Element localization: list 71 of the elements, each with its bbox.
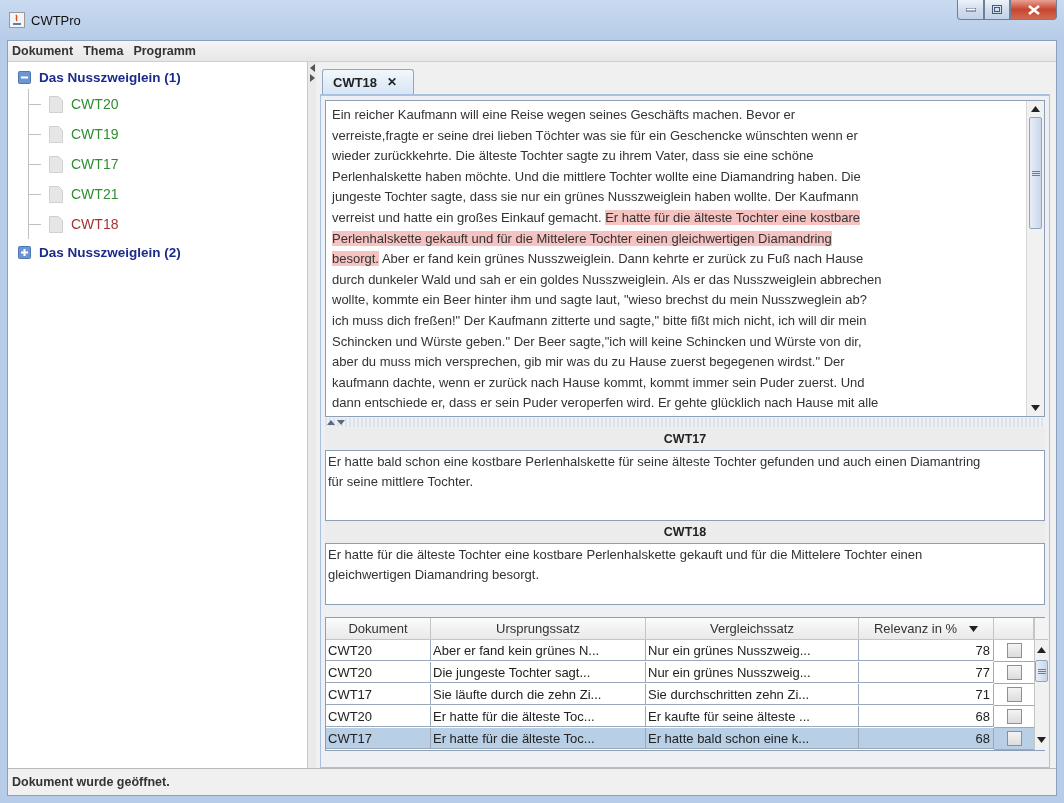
- scroll-up-icon[interactable]: [1031, 106, 1040, 112]
- close-tab-button[interactable]: ✕: [387, 75, 398, 89]
- minimize-icon: [965, 7, 976, 12]
- comparison-title: CWT18: [663, 525, 707, 539]
- checkbox[interactable]: [1006, 665, 1022, 680]
- maximize-button[interactable]: [984, 0, 1010, 20]
- table-cell: Die jungeste Tochter sagt...: [431, 662, 646, 683]
- tree-item[interactable]: CWT19: [71, 126, 119, 142]
- tree-node[interactable]: Das Nusszweiglein (1): [39, 70, 181, 85]
- table-cell: Sie läufte durch die zehn Zi...: [431, 684, 646, 705]
- table-cell: Nur ein grünes Nusszweig...: [646, 662, 859, 683]
- document-text: Ein reicher Kaufmann will eine Reise wegen seines Geschäfts machen. Bevor er verreiste,fragte er seine drei lieben Töchter was sie für ein Geschencke wünschten wenn er wieder zurückkehrte. Die älteste Tochter sagte zu ihrem Vater, dass sie eine schöne Perlenhalskette haben möchte. Und die mittlere Tochter wollte eine Diamandring haben. Die jungeste Tochter sagte, dass sie nur ein grünes Nusszweiglein haben wollte. Der Kaufmann verreist und hatte ein großes Einkauf gemacht. Er hatte für die älteste Tochter eine kostbare Perlenhalskette gekauft und für die Mittelere Tochter einen gleichwertigen Diamandring besorgt. Aber er fand kein grünes Nusszweiglein. Dann kehrte er zurück zu Fuß nach Hause durch dunkeler Wald und sah er ein goldes Nusszweiglein. Als er das Nusszweiglein abbrechen wollte, kommte ein Beer hinter ihm und sagte laut, "wieso brechst du mein Nusszweglein ab? ich muss dich freßen!" Der Kaufmann zitterte und sagte," bitte fißt mich nicht, ich will dir mein Schincken und Würste geben." Der Beer sagte,"ich will keine Schincken und Würste von dir, aber du muss mich versprechen, gib mir was du zu Hause zuerst begegenen wirdst." Der kaufmann dachte, wenn er zurück nach Hause kommt, kommt immer sein Puder zuerst. Und dann entschiede er, dass er sein Puder veroperfen wird. Er gehte glücklich nach Hause mit alle: [330, 106, 883, 413]
- tree-item[interactable]: CWT20: [71, 96, 119, 112]
- vertical-scrollbar[interactable]: [1026, 101, 1044, 416]
- document-icon: [49, 155, 63, 173]
- tree-item[interactable]: CWT17: [71, 156, 119, 172]
- column-header[interactable]: Vergleichssatz: [646, 618, 859, 640]
- table-cell: 68: [859, 728, 994, 749]
- table-cell: CWT20: [326, 640, 431, 661]
- table-cell: Er hatte für die älteste Toc...: [431, 728, 646, 749]
- table-scrollbar[interactable]: [1034, 618, 1048, 750]
- scroll-down-icon[interactable]: [1031, 405, 1040, 411]
- tree-item[interactable]: CWT21: [71, 186, 119, 202]
- table-cell: 78: [859, 640, 994, 661]
- tree-item[interactable]: CWT18: [71, 216, 119, 232]
- collapse-icon[interactable]: [18, 71, 31, 84]
- table-cell: Er hatte bald schon eine k...: [646, 728, 859, 749]
- menu-item[interactable]: Thema: [83, 44, 124, 58]
- table-cell: Er hatte für die älteste Toc...: [431, 706, 646, 727]
- window-title: CWTPro: [31, 12, 81, 28]
- column-header[interactable]: Ursprungssatz: [431, 618, 646, 640]
- table-cell: Nur ein grünes Nusszweig...: [646, 640, 859, 661]
- table-cell: Aber er fand kein grünes N...: [431, 640, 646, 661]
- tree-node[interactable]: Das Nusszweiglein (2): [39, 245, 181, 260]
- table-cell: CWT20: [326, 706, 431, 727]
- document-icon: [49, 185, 63, 203]
- scroll-down-icon[interactable]: [1037, 737, 1046, 743]
- table-cell: Sie durchschritten zehn Zi...: [646, 684, 859, 705]
- grip-icon: [1037, 668, 1046, 674]
- comparison-title: CWT17: [663, 432, 707, 446]
- document-icon: [49, 125, 63, 143]
- scroll-up-icon[interactable]: [1037, 647, 1046, 653]
- comparison-text: Er hatte bald schon eine kostbare Perlenhalskette für seine älteste Tochter gefunden und auch einen Diamantring für seine mittlere Tochter.: [327, 453, 982, 491]
- grip-icon: [1031, 170, 1040, 176]
- menu-item[interactable]: Programm: [133, 44, 196, 58]
- sort-icon[interactable]: [969, 625, 979, 632]
- table-cell: 77: [859, 662, 994, 683]
- table-cell: CWT17: [326, 728, 431, 749]
- close-icon: [1027, 4, 1040, 15]
- maximize-icon: [992, 5, 1002, 14]
- table-cell: 71: [859, 684, 994, 705]
- table-cell: 68: [859, 706, 994, 727]
- column-header[interactable]: Relevanz in %: [859, 618, 994, 640]
- checkbox[interactable]: [1006, 731, 1022, 746]
- menu-item[interactable]: Dokument: [12, 44, 74, 58]
- app-icon: [9, 12, 25, 28]
- close-button[interactable]: [1010, 0, 1057, 20]
- table-cell: Er kaufte für seine älteste ...: [646, 706, 859, 727]
- table-cell: CWT20: [326, 662, 431, 683]
- document-icon: [49, 215, 63, 233]
- column-header[interactable]: Dokument: [326, 618, 431, 640]
- checkbox[interactable]: [1006, 687, 1022, 702]
- table-cell: CWT17: [326, 684, 431, 705]
- expand-icon[interactable]: [18, 246, 31, 259]
- document-tab[interactable]: CWT18 ✕: [322, 69, 415, 94]
- document-icon: [49, 95, 63, 113]
- checkbox[interactable]: [1006, 643, 1022, 658]
- minimize-button[interactable]: [957, 0, 984, 20]
- status-text: Dokument wurde geöffnet.: [12, 775, 170, 789]
- checkbox[interactable]: [1006, 709, 1022, 724]
- comparison-text: Er hatte für die älteste Tochter eine kostbare Perlenhalskette gekauft und für die Mittelere Tochter einen gleichwertigen Diamandring besorgt.: [327, 546, 924, 584]
